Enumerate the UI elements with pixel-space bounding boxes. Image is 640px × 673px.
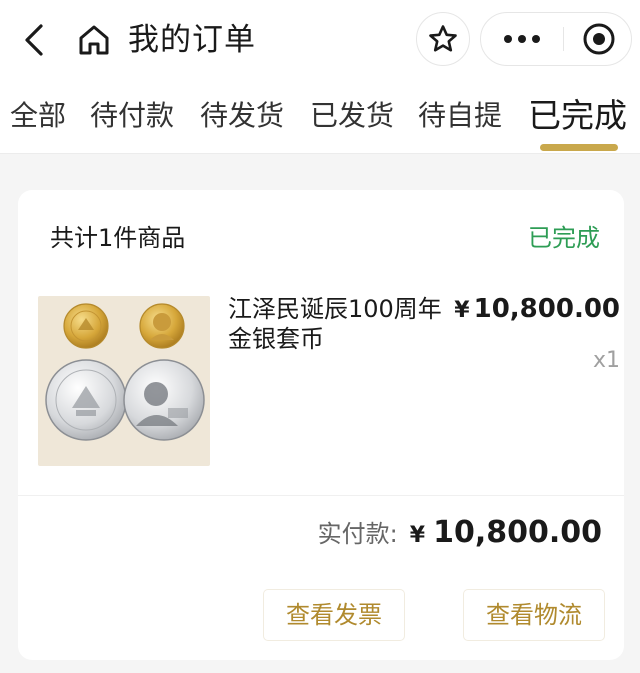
chevron-left-icon (25, 24, 43, 56)
page-title: 我的订单 (128, 22, 256, 58)
paid-amount-row: 实付款: ¥ 10,800.00 (318, 514, 602, 554)
tab-pending-pickup[interactable]: 待自提 (418, 80, 502, 154)
home-button[interactable] (74, 18, 114, 62)
mini-program-capsule (480, 12, 632, 66)
view-logistics-button[interactable]: 查看物流 (464, 590, 604, 640)
tab-all[interactable]: 全部 (10, 80, 66, 154)
navigation-bar: 我的订单 (0, 0, 640, 80)
tab-completed[interactable]: 已完成 (528, 80, 627, 154)
paid-label: 实付款: (317, 520, 398, 548)
order-status-tabs: 全部 待付款 待发货 已发货 待自提 已完成 (0, 80, 640, 154)
more-button[interactable] (481, 13, 563, 65)
paid-currency: ¥ (409, 523, 426, 548)
back-button[interactable] (14, 18, 54, 62)
star-icon (429, 25, 457, 52)
product-name[interactable]: 江泽民诞辰100周年金银套币 (228, 294, 458, 354)
price-value: 10,800.00 (473, 294, 620, 324)
price-currency: ¥ (454, 298, 470, 323)
close-mini-program-button[interactable] (567, 13, 631, 65)
product-image[interactable] (38, 296, 210, 466)
order-card[interactable]: 共计1件商品 已完成 江泽民诞辰100周年金银套币 ¥ 10,800.00 x1… (18, 190, 624, 660)
tab-pending-shipment[interactable]: 待发货 (200, 80, 284, 154)
tab-pending-payment[interactable]: 待付款 (90, 80, 174, 154)
paid-amount: 10,800.00 (433, 515, 602, 550)
capsule-divider (563, 27, 564, 51)
target-close-icon (583, 23, 615, 55)
view-invoice-button[interactable]: 查看发票 (264, 590, 404, 640)
more-dots-icon (504, 35, 540, 43)
product-price: ¥10,800.00 (454, 294, 620, 324)
product-quantity: x1 (592, 348, 620, 373)
favorite-button[interactable] (416, 12, 470, 66)
tab-shipped[interactable]: 已发货 (310, 80, 394, 154)
divider (18, 495, 624, 496)
item-count: 共计1件商品 (50, 224, 186, 252)
active-tab-indicator (540, 144, 618, 151)
home-icon (79, 25, 109, 55)
order-status-badge: 已完成 (528, 224, 600, 252)
coin-set-illustration (45, 303, 205, 441)
